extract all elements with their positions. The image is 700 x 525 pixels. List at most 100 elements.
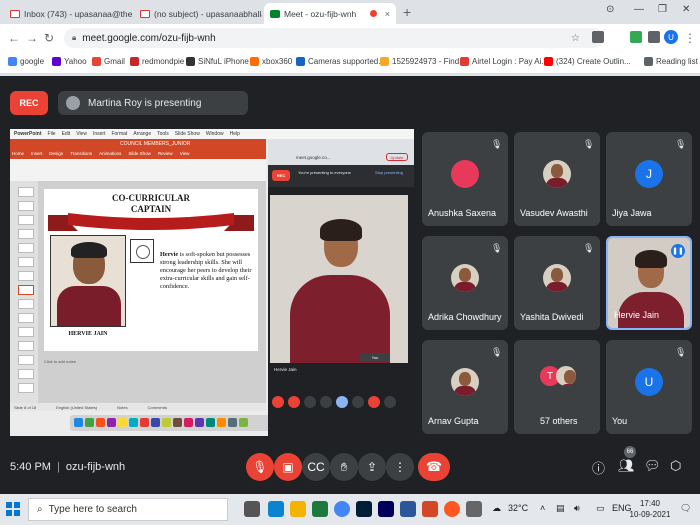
captions-button[interactable]: CC bbox=[302, 453, 330, 481]
mic-off-icon: 🎙︎ bbox=[491, 139, 503, 149]
profile-avatar[interactable]: U bbox=[664, 30, 678, 44]
reload-icon[interactable]: ↻ bbox=[44, 31, 54, 45]
participant-avatar bbox=[451, 368, 479, 396]
meeting-details-icon[interactable]: ⓘ bbox=[592, 458, 605, 477]
participant-tile[interactable]: 🎙︎ Anushka Saxena bbox=[422, 132, 508, 226]
present-button[interactable]: ⇪ bbox=[358, 453, 386, 481]
slide-thumbnails bbox=[10, 181, 38, 403]
tray-chevron-icon[interactable]: ˄ bbox=[540, 503, 545, 513]
network-icon[interactable]: ▤ bbox=[556, 503, 565, 514]
chat-icon[interactable]: 💬︎ bbox=[644, 458, 661, 474]
office-icon[interactable] bbox=[422, 501, 438, 517]
participant-tile[interactable]: 🎙︎ Arnav Gupta bbox=[422, 340, 508, 434]
ppt-ribbon-tabs: Home Insert Design Transitions Animation… bbox=[12, 151, 190, 156]
google-icon bbox=[8, 57, 17, 66]
ppt-ribbon-body bbox=[10, 159, 266, 181]
participant-tile[interactable]: 🎙︎ Adrika Chowdhury bbox=[422, 236, 508, 330]
slide-thumb bbox=[18, 271, 34, 281]
camera-icon[interactable] bbox=[592, 31, 604, 43]
bookmark-redmondpie[interactable]: redmondpie bbox=[130, 57, 184, 66]
bookmark-youtube[interactable]: (324) Create Outlin... bbox=[544, 57, 631, 66]
participant-tile-active[interactable]: ❚❚ Hervie Jain bbox=[606, 236, 692, 330]
task-view-icon[interactable] bbox=[244, 501, 260, 517]
slide: CO-CURRICULAR CAPTAIN HERVIE JAIN Hervie… bbox=[44, 189, 258, 351]
mac-menu-bar: PowerPoint File Edit View Insert Format … bbox=[10, 129, 414, 139]
more-options-button[interactable]: ⋮ bbox=[386, 453, 414, 481]
photoshop-icon[interactable] bbox=[356, 501, 372, 517]
window-close-icon[interactable]: ✕ bbox=[682, 4, 690, 15]
presenter-chip[interactable]: Martina Roy is presenting bbox=[58, 91, 248, 115]
bookmark-cameras[interactable]: Cameras supported... bbox=[296, 57, 385, 66]
bookmark-gmail[interactable]: Gmail bbox=[92, 57, 125, 66]
slide-thumb bbox=[18, 355, 34, 365]
tab-inbox[interactable]: Inbox (743) - upasanaa@theindi × bbox=[4, 3, 132, 24]
bookmark-xbox360[interactable]: xbox360 bbox=[250, 57, 292, 66]
slide-thumb bbox=[18, 243, 34, 253]
volume-icon[interactable]: 🔊︎ bbox=[574, 503, 580, 514]
raise-hand-button[interactable]: ✋︎ bbox=[330, 453, 358, 481]
participant-tile[interactable]: 🎙︎ J Jiya Jawa bbox=[606, 132, 692, 226]
after-effects-icon[interactable] bbox=[378, 501, 394, 517]
slide-thumb bbox=[18, 201, 34, 211]
self-tile[interactable]: 🎙︎ U You bbox=[606, 340, 692, 434]
mini-you-label: You bbox=[360, 353, 390, 362]
chrome-icon[interactable] bbox=[334, 501, 350, 517]
search-icon: ⌕ bbox=[37, 504, 43, 515]
battery-icon[interactable]: ▭ bbox=[596, 503, 605, 514]
rec-indicator[interactable]: REC bbox=[10, 91, 48, 115]
windows-start-icon[interactable] bbox=[6, 502, 20, 516]
taskbar-search-input[interactable]: ⌕ Type here to search bbox=[28, 498, 228, 521]
participant-tile[interactable]: 🎙︎ Yashita Dwivedi bbox=[514, 236, 600, 330]
activities-icon[interactable]: ⬡ bbox=[670, 458, 681, 474]
tab-meet[interactable]: Meet - ozu-fijb-wnh × bbox=[264, 3, 396, 24]
slide-canvas: CO-CURRICULAR CAPTAIN HERVIE JAIN Hervie… bbox=[38, 181, 266, 403]
settings-icon[interactable] bbox=[466, 501, 482, 517]
bookmark-google[interactable]: google bbox=[8, 57, 44, 66]
bookmark-find[interactable]: 1525924973 - Find... bbox=[380, 57, 466, 66]
leave-call-button[interactable]: ☎︎ bbox=[418, 453, 450, 481]
back-icon[interactable]: ← bbox=[8, 31, 20, 45]
slide-thumb bbox=[18, 313, 34, 323]
forward-icon[interactable]: → bbox=[26, 31, 38, 45]
participant-tile[interactable]: 🎙︎ Vasudev Awasthi bbox=[514, 132, 600, 226]
menu-kebab-icon[interactable]: ⋮ bbox=[684, 31, 696, 45]
presenter-avatar bbox=[66, 96, 80, 110]
people-icon[interactable]: 👥︎ bbox=[618, 458, 635, 474]
file-explorer-icon[interactable] bbox=[290, 501, 306, 517]
taskbar-clock[interactable]: 17:40 10-09-2021 bbox=[628, 498, 672, 520]
reading-list[interactable]: Reading list bbox=[644, 57, 698, 66]
mic-off-icon: 🎙︎ bbox=[583, 243, 595, 253]
others-tile[interactable]: T 57 others bbox=[514, 340, 600, 434]
close-icon[interactable]: × bbox=[385, 9, 390, 19]
bookmark-star-icon[interactable]: ☆ bbox=[571, 33, 580, 44]
tab-no-subject[interactable]: (no subject) - upasanaabhalla13( × bbox=[134, 3, 262, 24]
meeting-info: 5:40 PM | ozu-fijb-wnh bbox=[10, 461, 126, 473]
bookmark-sinful-iphone[interactable]: SiNfuL iPhone bbox=[186, 57, 249, 66]
edge-icon[interactable] bbox=[268, 501, 284, 517]
address-bar[interactable]: 🔒︎ meet.google.com/ozu-fijb-wnh ☆ bbox=[64, 28, 604, 48]
weather-text[interactable]: 32°C bbox=[508, 503, 528, 513]
mic-toggle-button[interactable]: 🎙︎ bbox=[246, 453, 274, 481]
restore-icon[interactable]: ❐ bbox=[658, 4, 667, 15]
tab-search-icon[interactable]: ⊙ bbox=[606, 4, 614, 15]
new-tab-icon[interactable]: + bbox=[403, 4, 411, 20]
notes-hint: Click to add notes bbox=[44, 359, 76, 364]
bookmark-airtel[interactable]: Airtel Login : Pay Ai... bbox=[460, 57, 548, 66]
reading-list-icon bbox=[644, 57, 653, 66]
camera-toggle-button[interactable]: ▣ bbox=[274, 453, 302, 481]
student-photo bbox=[50, 235, 126, 327]
school-logo bbox=[130, 239, 154, 263]
extension-icon[interactable] bbox=[630, 31, 642, 43]
word-icon[interactable] bbox=[400, 501, 416, 517]
firefox-icon[interactable] bbox=[444, 501, 460, 517]
participant-avatar: J bbox=[635, 160, 663, 188]
excel-icon[interactable] bbox=[312, 501, 328, 517]
red-ribbon-graphic bbox=[48, 213, 254, 231]
notifications-icon[interactable]: 🗨︎ bbox=[680, 503, 691, 514]
airtel-icon bbox=[460, 57, 469, 66]
extensions-puzzle-icon[interactable] bbox=[648, 31, 660, 43]
bookmark-yahoo[interactable]: Yahoo bbox=[52, 57, 87, 66]
gmail-icon bbox=[92, 57, 101, 66]
self-avatar: U bbox=[635, 368, 663, 396]
minimize-icon[interactable]: — bbox=[634, 4, 644, 15]
